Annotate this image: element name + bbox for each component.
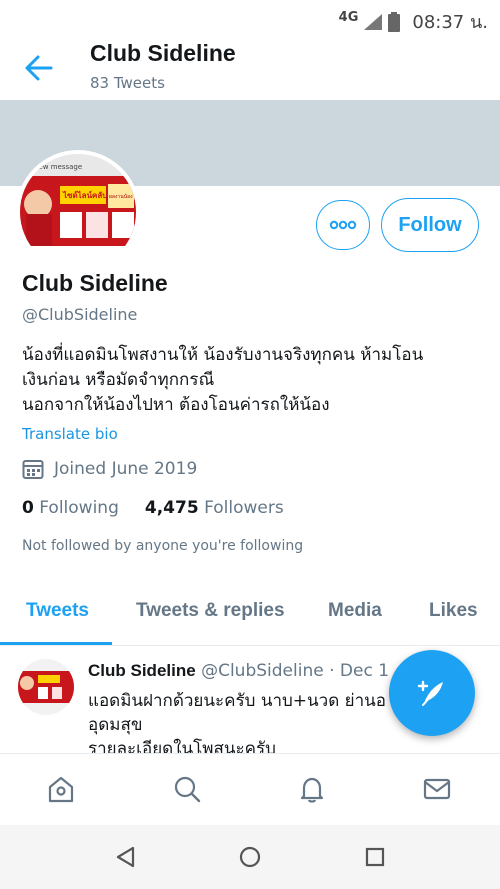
tweet-author-handle: @ClubSideline [201,661,324,681]
profile-header: Club Sideline 83 Tweets [0,34,500,100]
tab-tweets-replies[interactable]: Tweets & replies [136,600,285,622]
messages-icon[interactable] [422,774,452,804]
following-label: Following [39,498,119,518]
header-title: Club Sideline [90,40,236,66]
profile-name: Club Sideline [22,270,168,296]
battery-icon [388,11,401,32]
bio-line: นอกจากให้น้องไปหา ต้องโอนค่ารถให้น้อง [22,395,330,415]
tweet-line: แอดมินฝากด้วยนะครับ นาบ+นวด ย่านอ [88,691,386,711]
avatar-banner-text: new message [34,163,82,171]
joined-date: Joined June 2019 [22,458,197,480]
tweet-header: Club Sideline @ClubSideline · Dec 1 [88,661,389,681]
clock: 08:37 น. [412,12,488,33]
calendar-icon [22,460,44,479]
search-icon[interactable] [172,774,202,804]
back-arrow-icon[interactable] [24,54,54,82]
bio-line: น้องที่แอดมินโพสงานให้ น้องรับงานจริงทุก… [22,345,424,365]
avatar-image: new message ไซด์ไลน์คลับ ผลงานน้อง [20,154,136,270]
joined-text: Joined June 2019 [54,459,198,479]
signal-icon [364,13,383,30]
not-followed-note: Not followed by anyone you're following [22,538,304,554]
following-link[interactable]: 0 Following [22,498,119,518]
compose-feather-icon [417,680,443,706]
profile-avatar[interactable]: new message ไซด์ไลน์คลับ ผลงานน้อง [16,150,140,274]
tab-media[interactable]: Media [328,600,382,622]
tweet-author-name[interactable]: Club Sideline [88,661,196,680]
tab-tweets[interactable]: Tweets [26,600,89,622]
notifications-icon[interactable] [297,774,327,804]
tweet-count: 83 Tweets [90,74,165,92]
tweet-text: แอดมินฝากด้วยนะครับ นาบ+นวด ย่านอ อุดมสุ… [88,689,418,753]
system-navigation-bar [0,825,500,889]
tweet-avatar[interactable] [18,659,74,715]
home-icon[interactable] [46,774,76,804]
tweet-separator: · [329,661,335,681]
bottom-navigation [0,753,500,825]
more-options-button[interactable] [316,200,370,250]
profile-tabs: Tweets Tweets & replies Media Likes [0,580,500,646]
avatar-promo-text2: ผลงานน้อง [109,193,133,200]
followers-link[interactable]: 4,475 Followers [145,498,284,518]
status-bar: 4G 08:37 น. [0,0,500,34]
network-type: 4G [338,10,359,25]
status-indicators: 4G 08:37 น. [339,7,488,36]
home-circle-icon[interactable] [238,845,262,869]
back-triangle-icon[interactable] [114,845,136,869]
active-tab-indicator [0,642,112,645]
follow-button[interactable]: Follow [381,198,479,252]
follow-counts: 0 Following 4,475 Followers [22,498,284,518]
followers-label: Followers [204,498,284,518]
recents-square-icon[interactable] [364,845,386,869]
tweet-date: Dec 1 [339,661,390,681]
tweet-line: รายละเอียดในโพสนะครับ [88,739,276,753]
compose-tweet-button[interactable] [389,650,475,736]
bio-line: เงินก่อน หรือมัดจำทุกกรณี [22,370,215,390]
avatar-promo-text: ไซด์ไลน์คลับ [62,190,107,200]
followers-count: 4,475 [144,498,199,518]
tab-likes[interactable]: Likes [429,600,478,622]
profile-bio: น้องที่แอดมินโพสงานให้ น้องรับงานจริงทุก… [22,343,482,418]
more-options-icon [329,220,357,230]
tweet-avatar-image [18,659,74,715]
following-count: 0 [22,498,34,518]
profile-handle: @ClubSideline [22,305,138,324]
tweet-line: อุดมสุข [88,715,143,735]
translate-bio-link[interactable]: Translate bio [22,425,118,443]
